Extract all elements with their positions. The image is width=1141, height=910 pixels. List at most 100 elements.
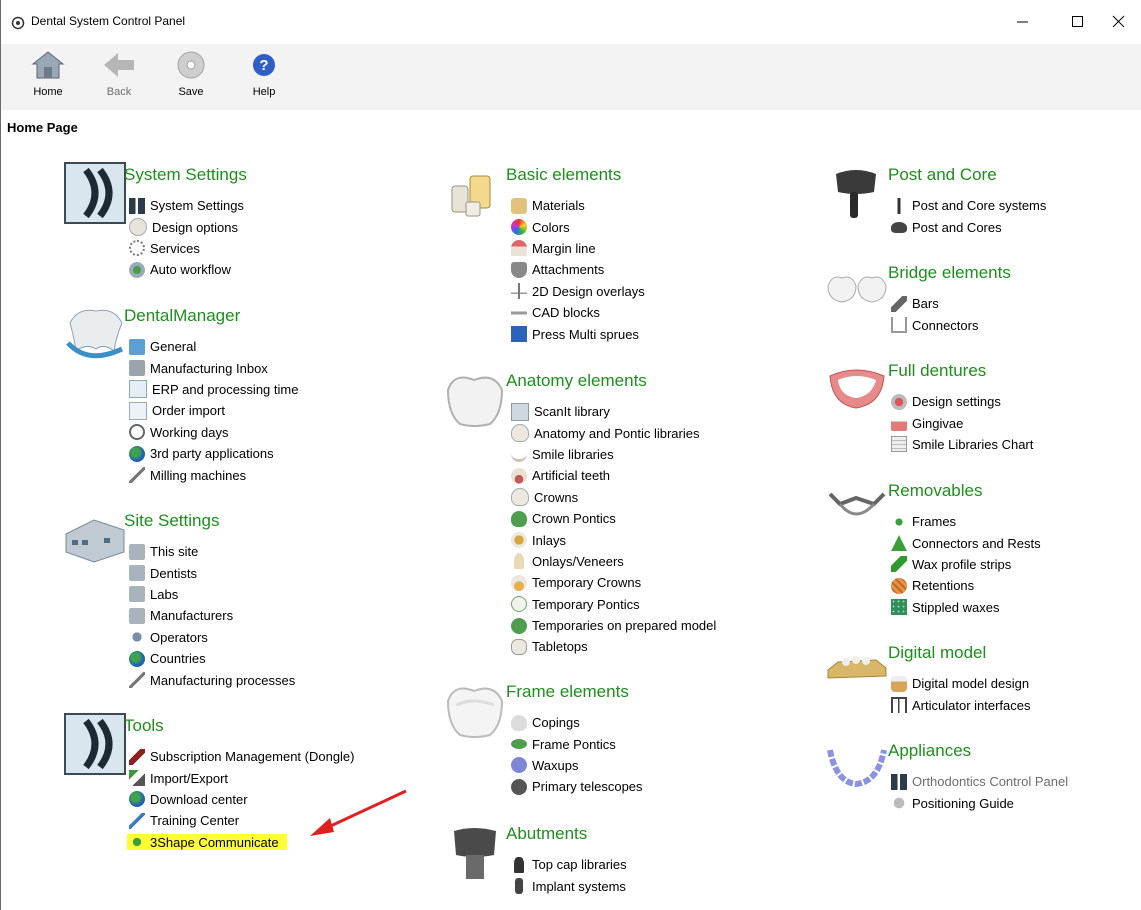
item-erp[interactable]: ERP and processing time: [129, 379, 298, 400]
item-manufacturing-processes[interactable]: Manufacturing processes: [129, 669, 295, 690]
item-countries[interactable]: Countries: [129, 648, 295, 669]
item-materials[interactable]: Materials: [511, 195, 645, 216]
minimize-button[interactable]: [999, 6, 1045, 38]
section-title[interactable]: Bridge elements: [888, 263, 1011, 283]
section-title[interactable]: Frame elements: [506, 682, 629, 702]
back-button[interactable]: Back: [97, 50, 141, 106]
section-title[interactable]: Full dentures: [888, 361, 986, 381]
item-temporary-crowns[interactable]: Temporary Crowns: [511, 572, 716, 593]
item-manufacturers[interactable]: Manufacturers: [129, 605, 295, 626]
general-icon: [129, 338, 145, 355]
item-copings[interactable]: Copings: [511, 712, 643, 733]
item-implant-systems[interactable]: Implant systems: [511, 875, 627, 896]
item-top-cap-libraries[interactable]: Top cap libraries: [511, 854, 627, 875]
item-articulator-interfaces[interactable]: Articulator interfaces: [891, 694, 1031, 715]
section-title[interactable]: Abutments: [506, 824, 587, 844]
item-scanit-library[interactable]: ScanIt library: [511, 401, 716, 422]
item-frame-pontics[interactable]: Frame Pontics: [511, 733, 643, 754]
item-connectors-rests[interactable]: Connectors and Rests: [891, 532, 1041, 553]
globe-icon: [129, 650, 145, 667]
globe-icon: [129, 445, 145, 462]
item-margin-line[interactable]: Margin line: [511, 238, 645, 259]
item-wax-profile-strips[interactable]: Wax profile strips: [891, 554, 1041, 575]
item-onlays-veneers[interactable]: Onlays/Veneers: [511, 551, 716, 572]
top-cap-icon: [514, 856, 524, 873]
item-auto-workflow[interactable]: Auto workflow: [129, 259, 244, 280]
item-connectors[interactable]: Connectors: [891, 314, 978, 335]
item-digital-model-design[interactable]: Digital model design: [891, 673, 1031, 694]
section-title[interactable]: Site Settings: [124, 511, 219, 531]
inbox-icon: [129, 360, 145, 377]
section-title[interactable]: Tools: [124, 716, 164, 736]
item-general[interactable]: General: [129, 336, 298, 357]
section-title[interactable]: DentalManager: [124, 306, 240, 326]
item-crown-pontics[interactable]: Crown Pontics: [511, 508, 716, 529]
item-this-site[interactable]: This site: [129, 541, 295, 562]
close-button[interactable]: [1095, 6, 1141, 38]
section-title[interactable]: Digital model: [888, 643, 986, 663]
section-title[interactable]: Anatomy elements: [506, 371, 647, 391]
item-milling-machines[interactable]: Milling machines: [129, 464, 298, 485]
item-tabletops[interactable]: Tabletops: [511, 636, 716, 657]
item-crowns[interactable]: Crowns: [511, 487, 716, 508]
item-temporary-pontics[interactable]: Temporary Pontics: [511, 594, 716, 615]
dongle-icon: [129, 748, 145, 765]
item-colors[interactable]: Colors: [511, 216, 645, 237]
section-title[interactable]: System Settings: [124, 165, 247, 185]
item-inlays[interactable]: Inlays: [511, 529, 716, 550]
item-manufacturing-inbox[interactable]: Manufacturing Inbox: [129, 357, 298, 378]
artificial-teeth-icon: [511, 467, 527, 484]
section-title[interactable]: Appliances: [888, 741, 971, 761]
item-bars[interactable]: Bars: [891, 293, 978, 314]
item-temporaries-prepared-model[interactable]: Temporaries on prepared model: [511, 615, 716, 636]
help-button[interactable]: ? Help: [242, 50, 286, 106]
implant-icon: [515, 878, 523, 895]
item-list: General Manufacturing Inbox ERP and proc…: [129, 336, 298, 486]
item-orthodontics-control-panel[interactable]: Orthodontics Control Panel: [891, 771, 1068, 792]
tooth-small-icon: [511, 424, 529, 443]
item-waxups[interactable]: Waxups: [511, 755, 643, 776]
item-anatomy-pontic-libraries[interactable]: Anatomy and Pontic libraries: [511, 422, 716, 443]
item-dentists[interactable]: Dentists: [129, 562, 295, 583]
save-button[interactable]: Save: [169, 50, 213, 106]
item-post-core-systems[interactable]: Post and Core systems: [891, 195, 1046, 216]
item-3rd-party[interactable]: 3rd party applications: [129, 443, 298, 464]
item-subscription-management[interactable]: Subscription Management (Dongle): [129, 746, 355, 767]
section-title[interactable]: Basic elements: [506, 165, 621, 185]
home-button[interactable]: Home: [26, 50, 70, 106]
dental-manager-icon: [66, 309, 124, 359]
item-gingivae[interactable]: Gingivae: [891, 412, 1033, 433]
item-working-days[interactable]: Working days: [129, 422, 298, 443]
item-smile-libraries[interactable]: Smile libraries: [511, 444, 716, 465]
item-frames[interactable]: Frames: [891, 511, 1041, 532]
page-title: Home Page: [7, 120, 78, 135]
item-attachments[interactable]: Attachments: [511, 259, 645, 280]
item-cad-blocks[interactable]: CAD blocks: [511, 302, 645, 323]
item-list: Top cap libraries Implant systems: [511, 854, 627, 897]
item-stippled-waxes[interactable]: Stippled waxes: [891, 597, 1041, 618]
item-design-options[interactable]: Design options: [129, 216, 244, 237]
item-2d-design-overlays[interactable]: 2D Design overlays: [511, 281, 645, 302]
section-title[interactable]: Removables: [888, 481, 983, 501]
materials-icon: [511, 197, 527, 214]
item-import-export[interactable]: Import/Export: [129, 767, 355, 788]
window-title: Dental System Control Panel: [31, 14, 186, 28]
coping-icon: [511, 714, 527, 731]
chevron-icon: [129, 197, 145, 214]
item-primary-telescopes[interactable]: Primary telescopes: [511, 776, 643, 797]
item-system-settings[interactable]: System Settings: [129, 195, 244, 216]
item-labs[interactable]: Labs: [129, 584, 295, 605]
item-artificial-teeth[interactable]: Artificial teeth: [511, 465, 716, 486]
item-services[interactable]: Services: [129, 238, 244, 259]
item-press-multi-sprues[interactable]: Press Multi sprues: [511, 323, 645, 344]
item-positioning-guide[interactable]: Positioning Guide: [891, 792, 1068, 813]
toolbar: Home Back Save ? Help: [1, 44, 1141, 110]
item-design-settings[interactable]: Design settings: [891, 391, 1033, 412]
item-smile-libraries-chart[interactable]: Smile Libraries Chart: [891, 434, 1033, 455]
users-icon: [129, 629, 145, 646]
item-order-import[interactable]: Order import: [129, 400, 298, 421]
item-post-and-cores[interactable]: Post and Cores: [891, 216, 1046, 237]
section-title[interactable]: Post and Core: [888, 165, 997, 185]
item-retentions[interactable]: Retentions: [891, 575, 1041, 596]
item-operators[interactable]: Operators: [129, 627, 295, 648]
